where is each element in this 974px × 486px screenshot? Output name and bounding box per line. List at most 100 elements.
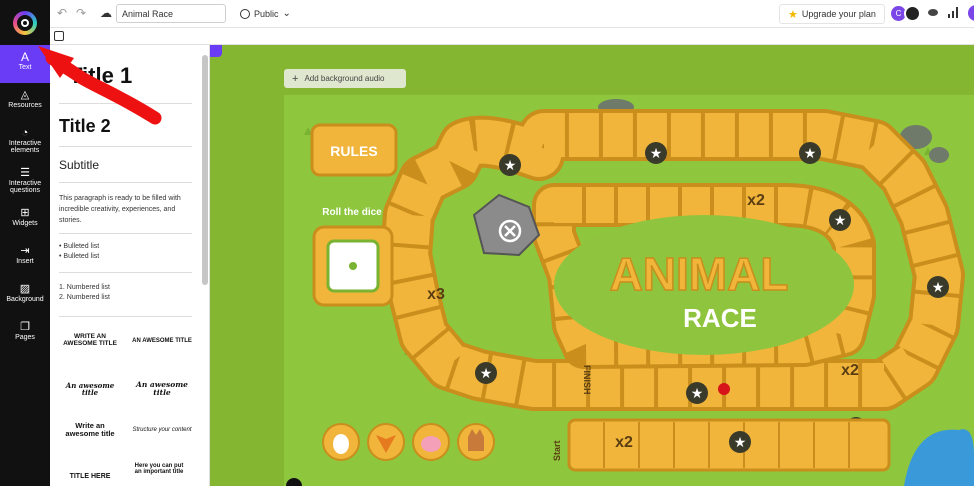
dice-pip [349, 262, 357, 270]
list-item: Bulleted list [63, 243, 100, 250]
x2-tile: x2 [747, 192, 765, 209]
cloud-icon: ☁ [100, 6, 112, 20]
page-check-icon[interactable] [54, 31, 64, 41]
bulleted-list-style[interactable]: • Bulleted list • Bulleted list [59, 242, 99, 262]
visibility-label: Public [254, 8, 279, 19]
panel-scrollbar[interactable] [202, 55, 208, 285]
sidebar-item-interactive-elements[interactable]: ◔ Interactive elements [0, 123, 50, 163]
player-token [718, 383, 730, 395]
sidebar-item-label: Pages [15, 334, 35, 341]
divider [59, 272, 192, 273]
rock-icon [929, 147, 949, 163]
globe-icon [240, 8, 250, 19]
title-2-style[interactable]: Title 2 [59, 116, 111, 137]
sidebar-item-label: Interactive questions [8, 180, 42, 194]
numbered-list-style[interactable]: 1. Numbered list 2. Numbered list [59, 283, 110, 303]
sidebar-item-label: Widgets [12, 220, 38, 227]
star-icon: ★ [650, 146, 663, 162]
shapes-icon: ◬ [20, 89, 30, 101]
title-tile[interactable]: Here you can put an important title [133, 463, 185, 476]
list-item: 2. Numbered list [59, 294, 110, 301]
sidebar-item-resources[interactable]: ◬ Resources [0, 85, 50, 119]
title-1-style[interactable]: Title 1 [69, 63, 132, 89]
x2-tile: x2 [841, 362, 859, 379]
pages-icon: ❐ [20, 321, 30, 333]
divider [59, 233, 192, 234]
insert-icon: ⇥ [20, 245, 30, 257]
sidebar-item-insert[interactable]: ⇥ Insert [0, 241, 50, 275]
star-icon: ★ [691, 386, 704, 402]
divider [59, 103, 192, 104]
upgrade-button[interactable]: ★ Upgrade your plan [779, 4, 885, 24]
sidebar-item-label: Interactive elements [8, 140, 42, 154]
board-game-illustration: ★ ★ ★ ★ ★ ★ ★ ★ ★ ★ RULES Roll the dice [284, 95, 974, 486]
profile-menu[interactable] [968, 5, 974, 21]
x2-tile: x2 [615, 434, 633, 451]
title-tile[interactable]: An awesome title [59, 382, 121, 397]
divider [59, 146, 192, 147]
roll-dice-label: Roll the dice [322, 207, 382, 218]
game-subtitle: RACE [683, 303, 757, 333]
star-icon: ★ [504, 158, 517, 174]
paragraph-style[interactable]: This paragraph is ready to be filled wit… [59, 193, 199, 226]
divider [59, 182, 192, 183]
game-title: ANIMAL [610, 248, 789, 300]
list-item: 1. Numbered list [59, 284, 110, 291]
title-tile[interactable]: Write an awesome title [59, 422, 121, 438]
star-icon: ★ [932, 280, 945, 296]
text-icon: A [20, 50, 29, 64]
title-tile[interactable]: An awesome title [130, 381, 194, 397]
finish-label: FINISH [582, 365, 592, 395]
secondary-toolbar [50, 28, 974, 45]
upgrade-label: Upgrade your plan [801, 9, 876, 19]
sidebar-item-widgets[interactable]: ⊞ Widgets [0, 203, 50, 237]
chevron-down-icon: ⌄ [282, 8, 291, 19]
rules-label: RULES [330, 143, 377, 159]
start-label: Start [552, 440, 562, 461]
sidebar-item-label: Background [6, 296, 44, 303]
audio-label: Add background audio [304, 74, 385, 83]
sidebar-item-pages[interactable]: ❐ Pages [0, 317, 50, 351]
title-tile[interactable]: AN AWESOME TITLE [130, 338, 194, 344]
divider [59, 316, 192, 317]
sidebar-item-label: Resources [8, 102, 42, 109]
share-users-icon[interactable] [904, 5, 921, 22]
star-icon: ★ [834, 213, 847, 229]
widget-icon: ⊞ [20, 207, 30, 219]
sidebar-item-interactive-questions[interactable]: ☰ Interactive questions [0, 163, 50, 203]
sidebar-item-label: Insert [16, 258, 34, 265]
star-icon: ★ [480, 366, 493, 382]
redo-icon[interactable]: ↷ [76, 6, 86, 20]
list-item: Bulleted list [63, 253, 100, 260]
background-icon: ▨ [19, 283, 31, 295]
x3-tile: x3 [427, 286, 445, 303]
title-tile[interactable]: TITLE HERE [59, 473, 121, 480]
add-background-audio-button[interactable]: + Add background audio [284, 69, 406, 88]
visibility-dropdown[interactable]: Public ⌄ [240, 8, 291, 19]
subtitle-style[interactable]: Subtitle [59, 158, 99, 172]
star-icon: ★ [804, 146, 817, 162]
question-list-icon: ☰ [20, 167, 30, 179]
sidebar-item-text[interactable]: A Text [0, 45, 50, 83]
pig-face [421, 436, 441, 452]
left-sidebar: A Text ◬ Resources ◔ Interactive element… [0, 45, 50, 486]
project-title-input[interactable] [116, 4, 226, 23]
title-tile[interactable]: WRITE AN AWESOME TITLE [59, 333, 121, 348]
preview-eye-icon[interactable] [928, 9, 938, 16]
app-logo-area[interactable] [0, 0, 50, 45]
goose-body [333, 434, 349, 454]
sidebar-item-label: Text [18, 64, 32, 71]
text-panel [50, 45, 210, 486]
stats-icon[interactable] [948, 7, 958, 18]
cursor-icon: ◔ [21, 127, 29, 139]
game-slide[interactable]: ★ ★ ★ ★ ★ ★ ★ ★ ★ ★ RULES Roll the dice [284, 95, 974, 486]
star-icon: ★ [734, 435, 747, 451]
undo-icon[interactable]: ↶ [57, 6, 67, 20]
star-icon: ★ [788, 8, 798, 21]
pin-icon[interactable] [210, 45, 222, 57]
top-toolbar: ↶ ↷ ☁ Public ⌄ ★ Upgrade your plan C [0, 0, 974, 28]
genially-logo-icon [13, 11, 37, 35]
title-tile[interactable]: Structure your content [130, 427, 194, 433]
plus-icon: + [292, 72, 299, 85]
sidebar-item-background[interactable]: ▨ Background [0, 279, 50, 313]
